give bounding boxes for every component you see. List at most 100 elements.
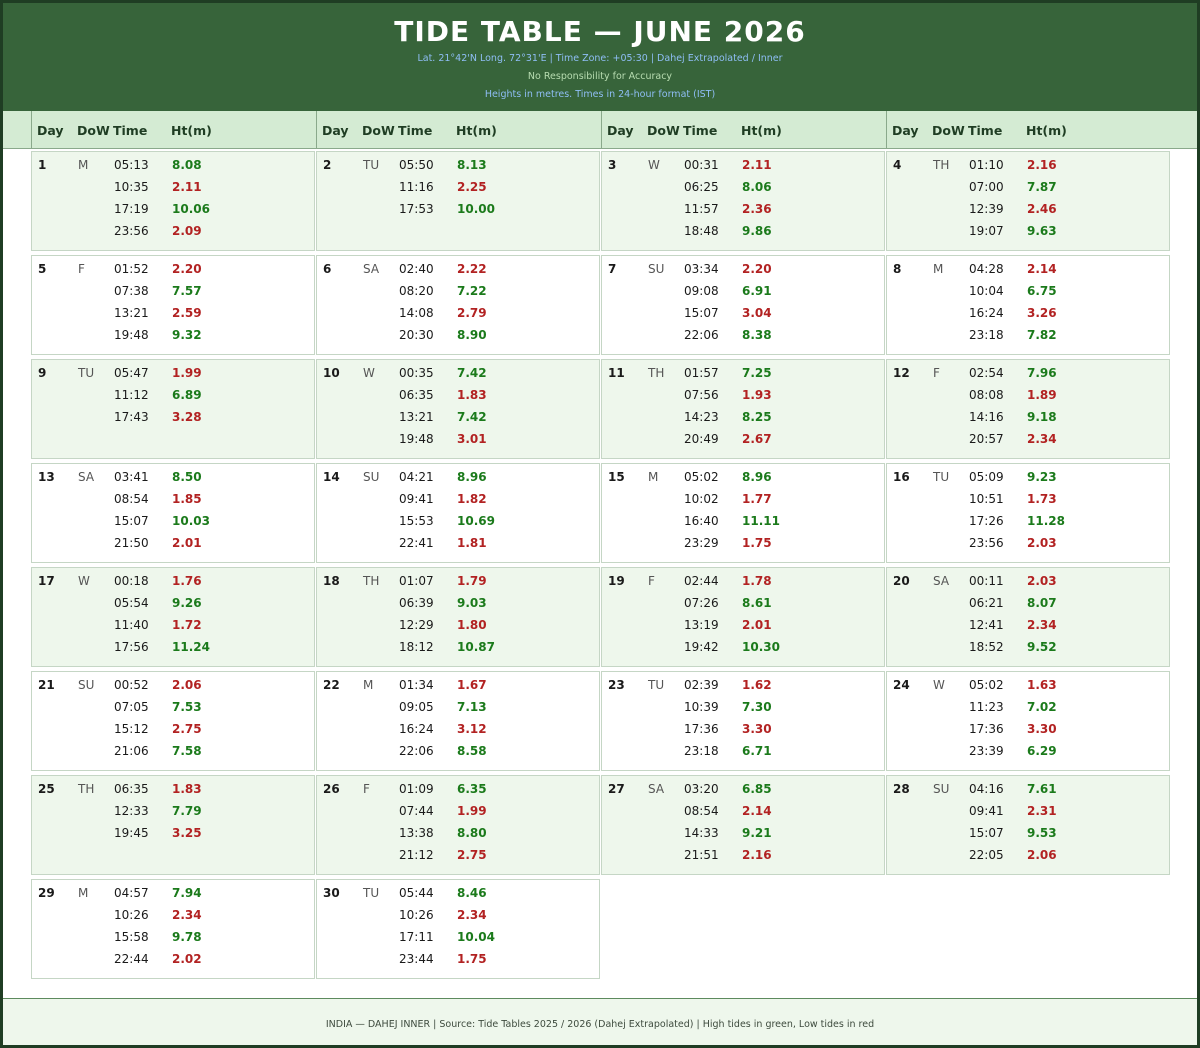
high-tide-height: 7.82	[1027, 328, 1057, 342]
day-of-week: M	[648, 470, 659, 484]
day-number: 29	[38, 886, 55, 900]
day-cell: 2 TU 05:50 8.13 11:16 2.25 17:53 10.00	[316, 151, 600, 251]
day-cell: 27 SA 03:20 6.85 08:54 2.14 14:33 9.21 21:51 2.16	[601, 775, 885, 875]
day-number: 14	[323, 470, 340, 484]
low-tide-height: 2.22	[457, 262, 487, 276]
low-tide-height: 2.34	[172, 908, 202, 922]
low-tide-height: 2.16	[1027, 158, 1057, 172]
column-header-height: Ht(m)	[171, 123, 212, 138]
low-tide-height: 2.20	[742, 262, 772, 276]
tide-time: 23:56	[969, 536, 1004, 550]
tide-time: 02:39	[684, 678, 719, 692]
low-tide-height: 1.99	[457, 804, 487, 818]
tide-time: 13:38	[399, 826, 434, 840]
tide-time: 17:26	[969, 514, 1004, 528]
day-of-week: M	[363, 678, 374, 692]
tide-time: 18:48	[684, 224, 719, 238]
low-tide-height: 1.72	[172, 618, 202, 632]
tide-time: 23:39	[969, 744, 1004, 758]
day-cell: 6 SA 02:40 2.22 08:20 7.22 14:08 2.79 20:30 8.90	[316, 255, 600, 355]
high-tide-height: 10.87	[457, 640, 495, 654]
high-tide-height: 9.03	[457, 596, 487, 610]
high-tide-height: 10.04	[457, 930, 495, 944]
day-of-week: SA	[78, 470, 95, 484]
tide-time: 06:39	[399, 596, 434, 610]
tide-time: 16:40	[684, 514, 719, 528]
day-number: 30	[323, 886, 340, 900]
high-tide-height: 7.57	[172, 284, 202, 298]
high-tide-height: 9.78	[172, 930, 202, 944]
tide-time: 07:26	[684, 596, 719, 610]
high-tide-height: 7.61	[1027, 782, 1057, 796]
tide-time: 20:49	[684, 432, 719, 446]
day-of-week: SA	[648, 782, 665, 796]
column-header-height: Ht(m)	[1026, 123, 1067, 138]
tide-time: 01:07	[399, 574, 434, 588]
day-of-week: SA	[363, 262, 380, 276]
high-tide-height: 6.75	[1027, 284, 1057, 298]
tide-time: 09:08	[684, 284, 719, 298]
tide-time: 22:06	[399, 744, 434, 758]
high-tide-height: 7.53	[172, 700, 202, 714]
high-tide-height: 8.96	[457, 470, 487, 484]
day-number: 2	[323, 158, 332, 172]
low-tide-height: 2.01	[172, 536, 202, 550]
low-tide-height: 2.14	[742, 804, 772, 818]
tide-time: 21:06	[114, 744, 149, 758]
tide-time: 10:04	[969, 284, 1004, 298]
day-of-week: W	[933, 678, 945, 692]
day-cell: 4 TH 01:10 2.16 07:00 7.87 12:39 2.46 19:07 9.63	[886, 151, 1170, 251]
day-cell: 5 F 01:52 2.20 07:38 7.57 13:21 2.59 19:48 9.32	[31, 255, 315, 355]
day-number: 18	[323, 574, 340, 588]
day-cell: 7 SU 03:34 2.20 09:08 6.91 15:07 3.04 22:06 8.38	[601, 255, 885, 355]
location-info: Lat. 21°42'N Long. 72°31'E | Time Zone: …	[417, 53, 783, 64]
day-of-week: F	[648, 574, 655, 588]
high-tide-height: 10.69	[457, 514, 495, 528]
tide-time: 17:43	[114, 410, 149, 424]
tide-time: 14:33	[684, 826, 719, 840]
tide-time: 09:41	[969, 804, 1004, 818]
low-tide-height: 1.78	[742, 574, 772, 588]
day-of-week: SU	[363, 470, 380, 484]
tide-time: 05:02	[684, 470, 719, 484]
column-header-day: Day	[322, 123, 349, 138]
low-tide-height: 2.01	[742, 618, 772, 632]
day-cell: 22 M 01:34 1.67 09:05 7.13 16:24 3.12 22:06 8.58	[316, 671, 600, 771]
day-number: 4	[893, 158, 902, 172]
tide-time: 10:26	[114, 908, 149, 922]
low-tide-height: 2.20	[172, 262, 202, 276]
low-tide-height: 2.02	[172, 952, 202, 966]
low-tide-height: 2.34	[1027, 618, 1057, 632]
tide-time: 22:05	[969, 848, 1004, 862]
day-of-week: F	[78, 262, 85, 276]
column-header-day: Day	[892, 123, 919, 138]
tide-time: 08:54	[684, 804, 719, 818]
day-of-week: TU	[363, 158, 380, 172]
day-of-week: TH	[78, 782, 95, 796]
day-of-week: TU	[363, 886, 380, 900]
tide-time: 19:42	[684, 640, 719, 654]
high-tide-height: 11.11	[742, 514, 780, 528]
tide-time: 11:16	[399, 180, 434, 194]
tide-time: 10:51	[969, 492, 1004, 506]
tide-time: 23:29	[684, 536, 719, 550]
tide-time: 02:40	[399, 262, 434, 276]
day-of-week: TH	[933, 158, 950, 172]
tide-time: 19:48	[399, 432, 434, 446]
low-tide-height: 2.79	[457, 306, 487, 320]
low-tide-height: 2.03	[1027, 536, 1057, 550]
low-tide-height: 1.67	[457, 678, 487, 692]
day-number: 22	[323, 678, 340, 692]
low-tide-height: 2.46	[1027, 202, 1057, 216]
tide-time: 19:48	[114, 328, 149, 342]
tide-time: 17:19	[114, 202, 149, 216]
tide-time: 03:20	[684, 782, 719, 796]
tide-time: 03:34	[684, 262, 719, 276]
day-number: 3	[608, 158, 617, 172]
tide-time: 09:05	[399, 700, 434, 714]
day-number: 27	[608, 782, 625, 796]
tide-time: 15:07	[114, 514, 149, 528]
low-tide-height: 2.14	[1027, 262, 1057, 276]
day-cell: 1 M 05:13 8.08 10:35 2.11 17:19 10.06 23:56 2.09	[31, 151, 315, 251]
high-tide-height: 6.29	[1027, 744, 1057, 758]
